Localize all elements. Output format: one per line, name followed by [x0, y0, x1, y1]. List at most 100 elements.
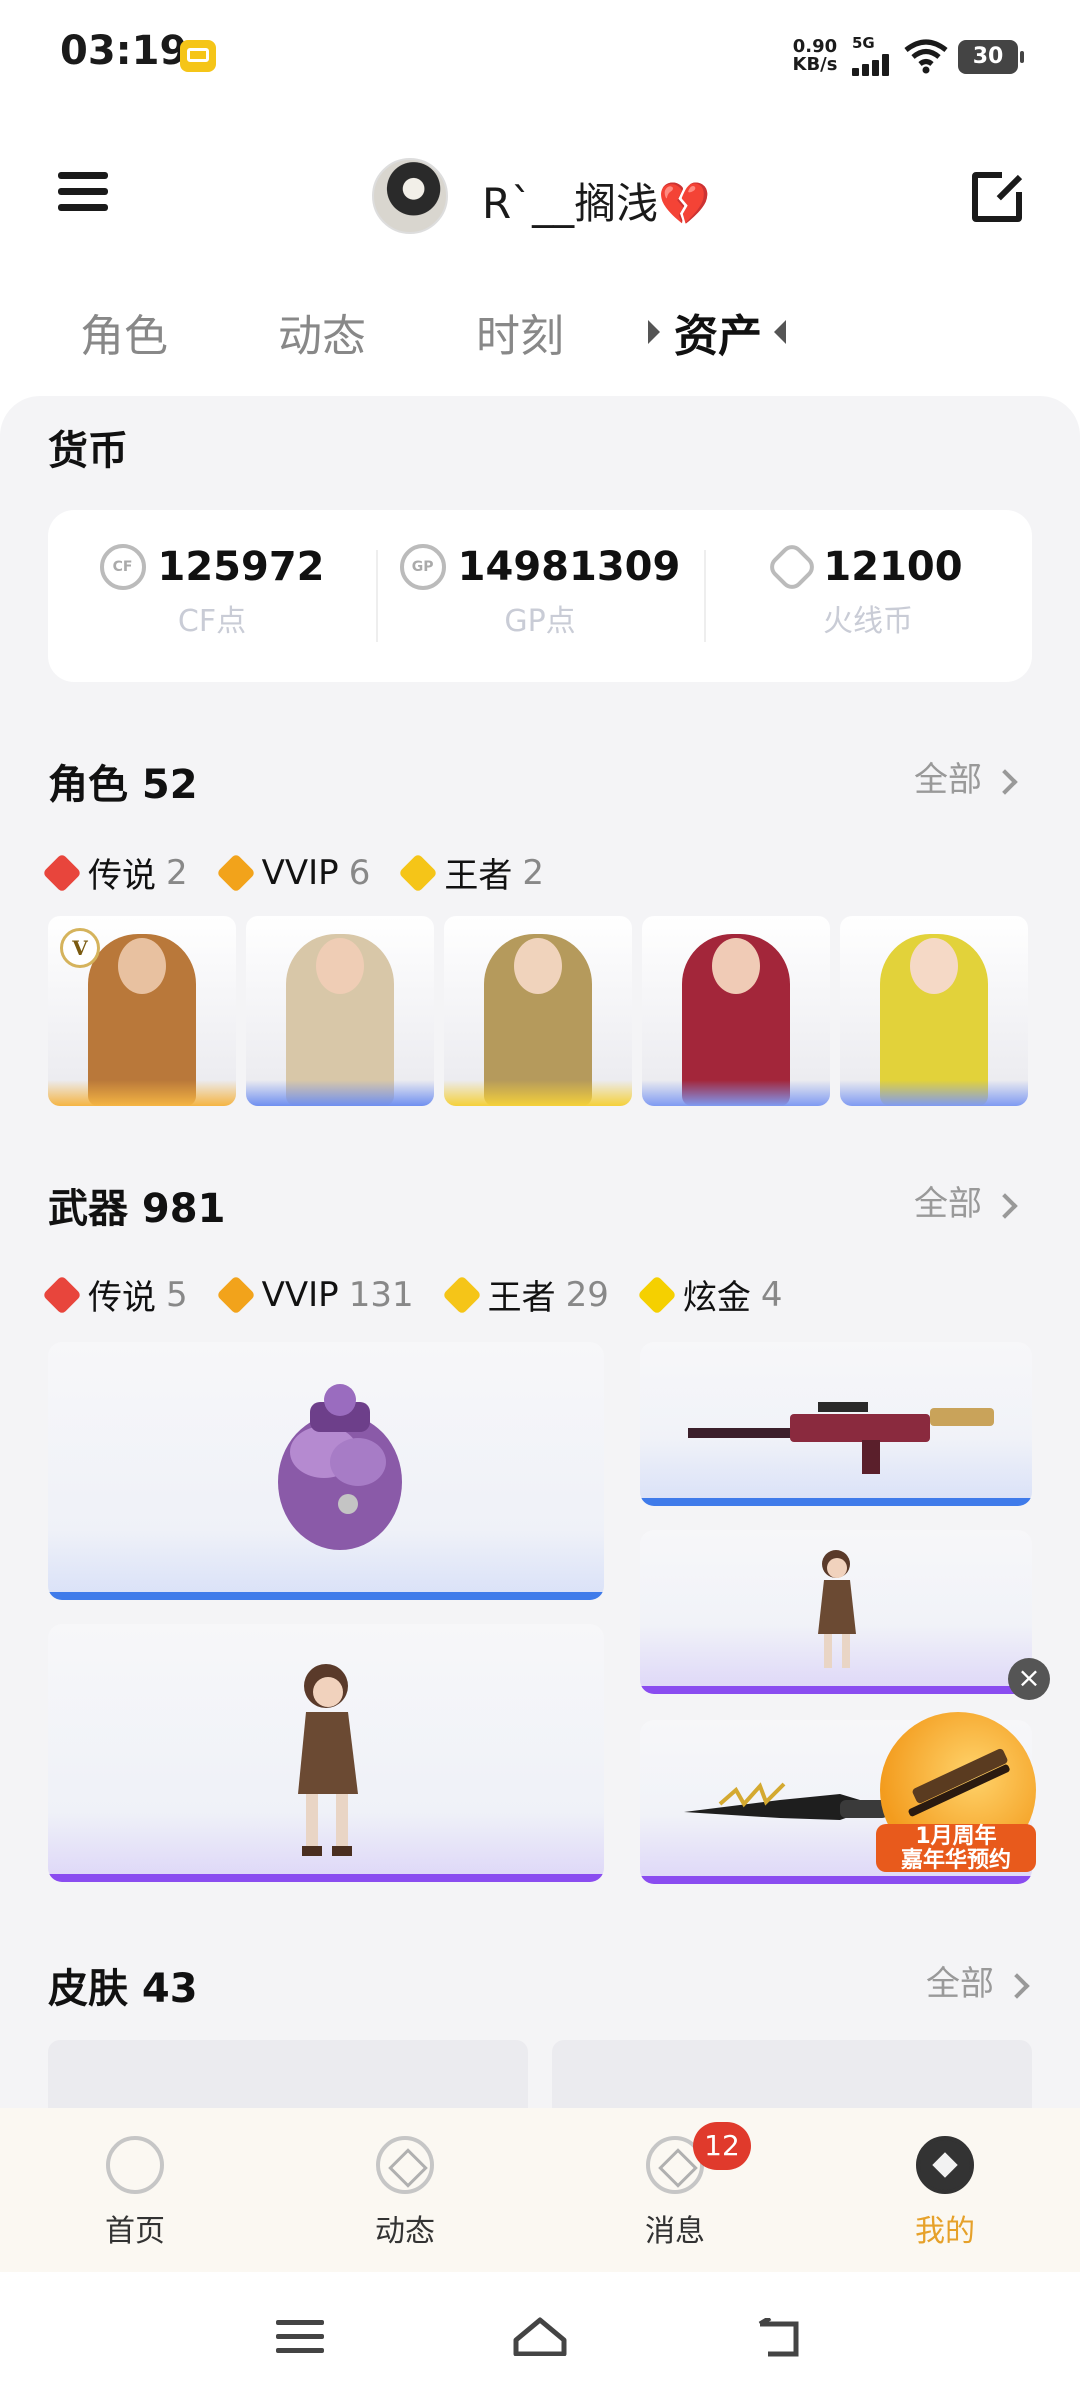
tab-moments[interactable]: 时刻	[476, 300, 564, 364]
menu-icon[interactable]	[58, 172, 108, 216]
rarity-bar	[48, 1080, 236, 1106]
nav-label: 我的	[915, 2214, 975, 2249]
ad-line1: 1月周年	[915, 1824, 997, 1849]
view-all-label: 全部	[914, 1184, 982, 1224]
nav-label: 动态	[375, 2214, 435, 2249]
nav-label: 首页	[105, 2214, 165, 2249]
tier-legend[interactable]: 传说 2	[42, 848, 188, 897]
tier-count: 5	[166, 1274, 188, 1315]
cf-point-icon: CF	[99, 544, 146, 590]
rarity-bar	[246, 1080, 434, 1106]
home-icon[interactable]	[512, 2316, 568, 2356]
notification-message-icon	[180, 40, 216, 72]
weapon-card[interactable]	[48, 1624, 604, 1882]
weapon-card[interactable]	[640, 1342, 1032, 1506]
anniversary-ad-label[interactable]: 1月周年 嘉年华预约	[876, 1824, 1036, 1873]
currency-huoxian[interactable]: 12100 火线币	[704, 540, 1032, 640]
avatar[interactable]	[372, 158, 448, 234]
network-type: 5G	[852, 34, 875, 52]
vvip-badge-icon	[215, 852, 256, 893]
currency-card: CF 125972 CF点 GP 14981309 GP点 12100 火线币	[48, 510, 1032, 682]
home-logo-icon	[106, 2136, 164, 2194]
king-badge-icon	[398, 852, 439, 893]
character-card[interactable]	[642, 916, 830, 1106]
character-tier-row: 传说 2 VVIP 6 王者 2	[42, 848, 578, 897]
tier-name: VVIP	[261, 1274, 339, 1315]
character-head	[910, 938, 958, 994]
character-card[interactable]: V	[48, 916, 236, 1106]
huoxian-coin-label: 火线币	[823, 604, 913, 639]
net-speed-unit: KB/s	[792, 54, 838, 75]
weapon-card[interactable]	[640, 1530, 1032, 1694]
character-head	[118, 938, 166, 994]
tier-count: 6	[348, 852, 371, 893]
character-card[interactable]	[840, 916, 1028, 1106]
tier-name: VVIP	[261, 852, 339, 893]
tier-count: 4	[760, 1274, 783, 1315]
tab-indicator-right-icon	[774, 320, 786, 344]
legend-badge-icon	[42, 852, 82, 893]
vvip-badge-icon	[215, 1274, 256, 1315]
rarity-bar	[444, 1080, 632, 1106]
weapons-view-all[interactable]: 全部	[914, 1176, 1018, 1225]
nav-dynamic[interactable]: 动态	[315, 2136, 495, 2250]
tier-vvip[interactable]: VVIP 6	[215, 852, 371, 893]
share-icon[interactable]	[972, 170, 1024, 222]
tier-name: 炫金	[682, 1278, 751, 1318]
gold-badge-icon	[637, 1274, 677, 1315]
back-icon[interactable]	[756, 2318, 804, 2358]
character-card[interactable]	[246, 916, 434, 1106]
tier-king[interactable]: 王者 2	[398, 848, 544, 897]
username: R`__搁浅💔	[482, 170, 710, 231]
weapon-card[interactable]	[48, 1342, 604, 1600]
tier-king[interactable]: 王者 29	[441, 1270, 609, 1319]
tab-dynamic[interactable]: 动态	[278, 300, 366, 364]
tier-name: 传说	[88, 856, 156, 896]
rarity-bar	[48, 1874, 604, 1882]
tier-count: 2	[522, 852, 544, 893]
rifle-icon	[688, 1402, 994, 1474]
close-ad-button[interactable]: ×	[1008, 1658, 1050, 1700]
tier-name: 传说	[88, 1278, 156, 1318]
tab-role[interactable]: 角色	[80, 300, 168, 364]
character-head	[712, 938, 760, 994]
tier-count: 2	[166, 852, 188, 893]
tier-legend[interactable]: 传说 5	[42, 1270, 188, 1319]
rarity-bar	[640, 1876, 1032, 1884]
weapon-tier-row: 传说 5 VVIP 131 王者 29 炫金 4	[42, 1270, 817, 1319]
signal-icon	[852, 54, 894, 76]
rarity-bar	[640, 1686, 1032, 1694]
characters-title: 角色 52	[48, 762, 198, 808]
legend-badge-icon	[42, 1274, 82, 1315]
tier-vvip[interactable]: VVIP 131	[215, 1274, 414, 1315]
rarity-bar	[640, 1498, 1032, 1506]
tier-name: 王者	[487, 1278, 556, 1318]
broken-heart-emoji: 💔	[658, 179, 711, 228]
tab-assets[interactable]: 资产	[674, 300, 762, 364]
character-list: V	[48, 916, 1028, 1106]
ad-line2: 嘉年华预约	[900, 1848, 1011, 1873]
currency-cf[interactable]: CF 125972 CF点	[48, 544, 376, 640]
tier-count: 131	[348, 1274, 414, 1315]
unread-badge: 12	[693, 2122, 751, 2170]
skins-title: 皮肤 43	[48, 1966, 198, 2012]
nav-mine[interactable]: 我的	[855, 2136, 1035, 2250]
rarity-bar	[840, 1080, 1028, 1106]
cf-point-label: CF点	[177, 604, 247, 639]
wifi-icon	[904, 39, 948, 74]
chevron-right-icon	[1004, 1972, 1030, 1999]
nav-messages[interactable]: 12 消息	[585, 2122, 765, 2250]
nav-home[interactable]: 首页	[45, 2136, 225, 2250]
system-nav-bar	[0, 2272, 1080, 2400]
profile-tabs: 角色 动态 时刻 资产	[0, 300, 1080, 380]
tier-gold[interactable]: 炫金 4	[637, 1270, 783, 1319]
chevron-right-icon	[992, 768, 1018, 795]
currency-gp[interactable]: GP 14981309 GP点	[376, 544, 704, 640]
characters-view-all[interactable]: 全部	[914, 752, 1018, 801]
character-card[interactable]	[444, 916, 632, 1106]
weapons-title: 武器 981	[48, 1186, 226, 1232]
dynamic-icon	[376, 2136, 434, 2194]
profile-icon	[916, 2136, 974, 2194]
skins-view-all[interactable]: 全部	[926, 1956, 1030, 2005]
recent-apps-icon[interactable]	[276, 2320, 324, 2354]
